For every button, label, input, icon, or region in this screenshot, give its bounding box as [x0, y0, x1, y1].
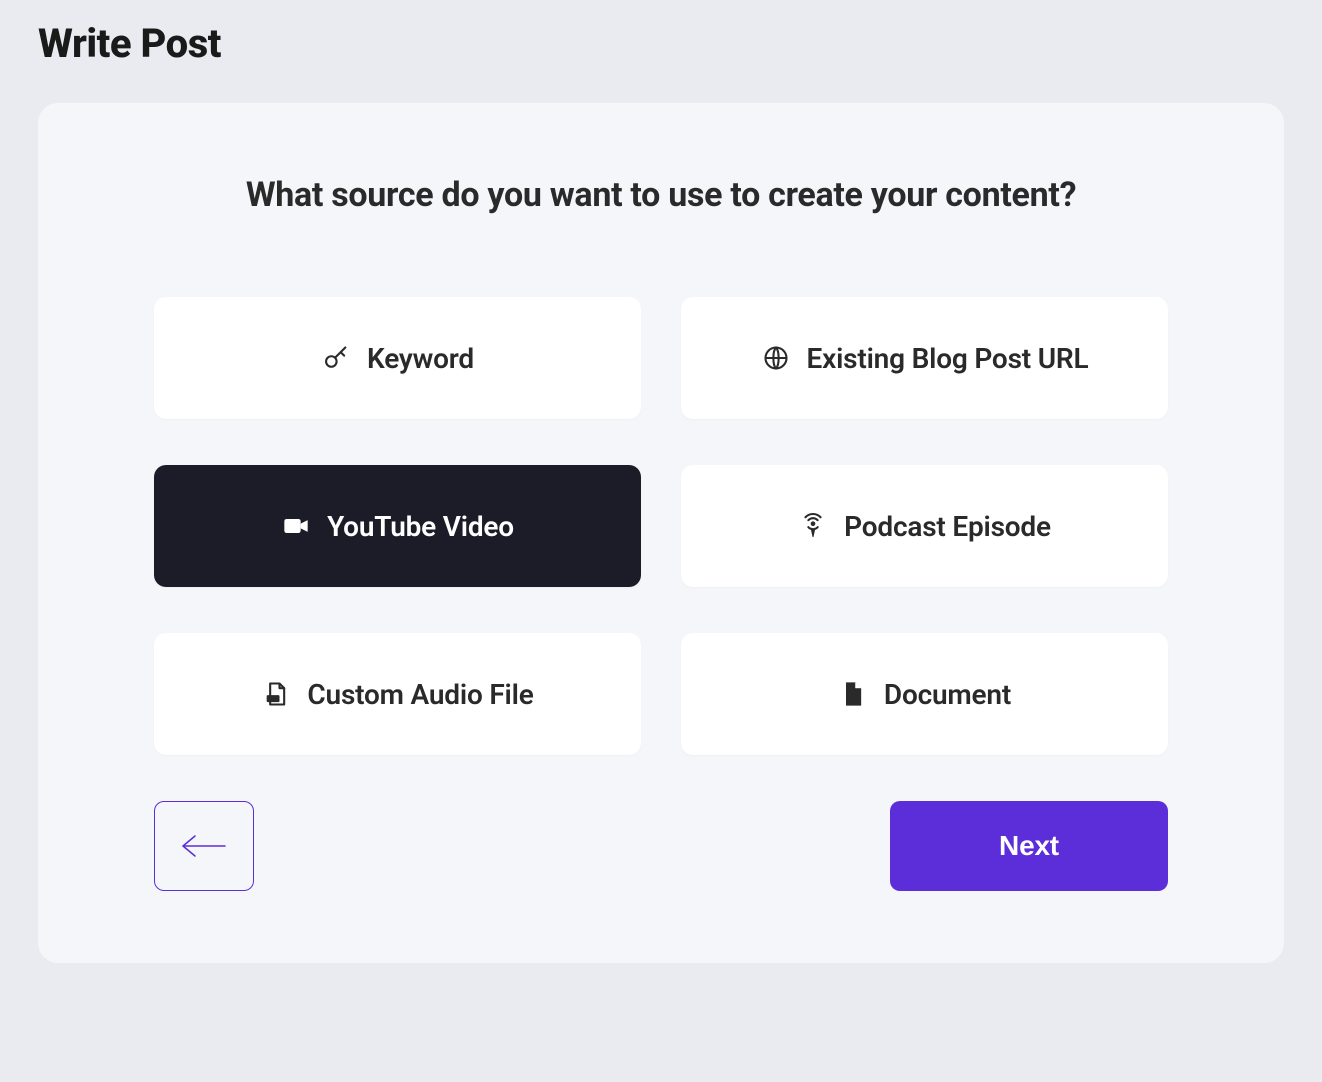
option-document[interactable]: Document — [681, 633, 1168, 755]
page-title: Write Post — [38, 20, 1284, 67]
option-label: YouTube Video — [327, 510, 514, 543]
options-grid: Keyword Existing Blog Post URL YouTu — [116, 297, 1206, 755]
option-audio-file[interactable]: MP3 Custom Audio File — [154, 633, 641, 755]
back-button[interactable] — [154, 801, 254, 891]
option-podcast[interactable]: Podcast Episode — [681, 465, 1168, 587]
podcast-icon — [798, 511, 828, 541]
footer-row: Next — [116, 801, 1206, 891]
option-keyword[interactable]: Keyword — [154, 297, 641, 419]
option-label: Podcast Episode — [844, 510, 1051, 543]
globe-icon — [761, 343, 791, 373]
source-selection-card: What source do you want to use to create… — [38, 103, 1284, 963]
document-icon — [838, 679, 868, 709]
prompt-heading: What source do you want to use to create… — [116, 175, 1206, 215]
audio-file-icon: MP3 — [261, 679, 291, 709]
key-icon — [321, 343, 351, 373]
option-label: Existing Blog Post URL — [807, 342, 1089, 375]
arrow-left-icon — [179, 833, 229, 859]
option-label: Keyword — [367, 342, 474, 375]
option-label: Custom Audio File — [307, 678, 533, 711]
option-label: Document — [884, 678, 1011, 711]
video-icon — [281, 511, 311, 541]
next-button[interactable]: Next — [890, 801, 1168, 891]
option-youtube[interactable]: YouTube Video — [154, 465, 641, 587]
option-blog-url[interactable]: Existing Blog Post URL — [681, 297, 1168, 419]
svg-text:MP3: MP3 — [269, 696, 279, 701]
